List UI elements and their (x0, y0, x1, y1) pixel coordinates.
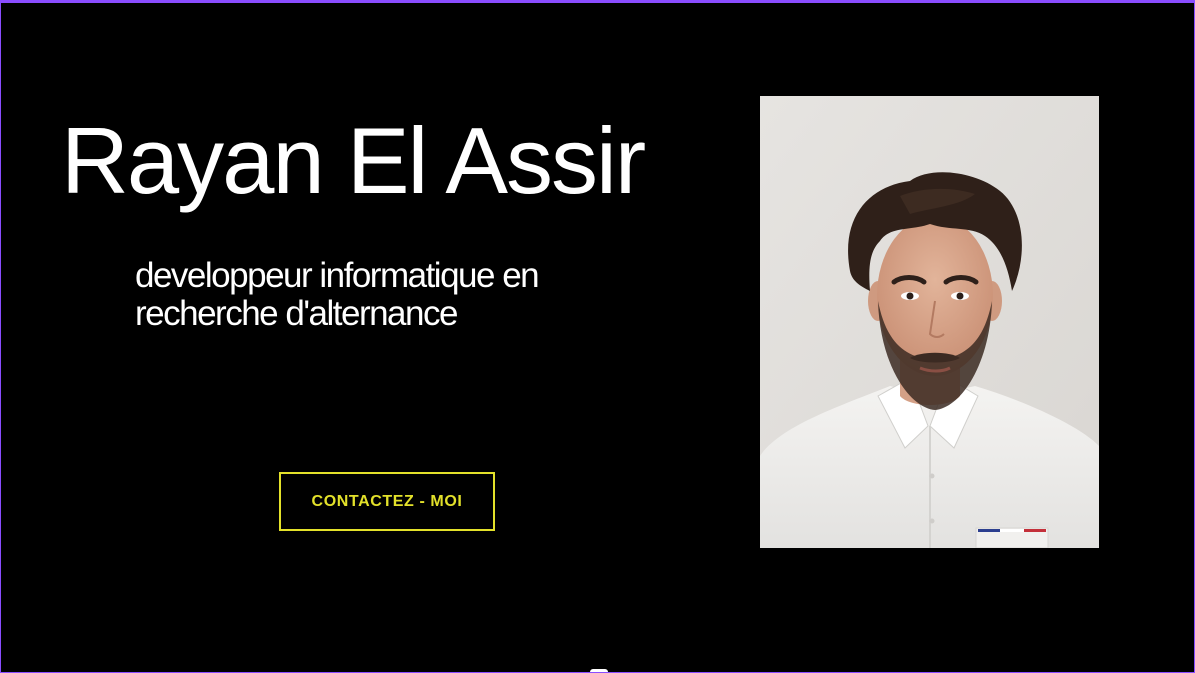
page-frame: Rayan El Assir developpeur informatique … (0, 0, 1195, 673)
profile-photo (760, 96, 1099, 548)
scroll-indicator[interactable] (590, 669, 608, 672)
hero-name: Rayan El Assir (61, 108, 646, 213)
hero-tagline: developpeur informatique en recherche d'… (135, 256, 540, 333)
contact-button[interactable]: CONTACTEZ - MOI (279, 472, 495, 531)
